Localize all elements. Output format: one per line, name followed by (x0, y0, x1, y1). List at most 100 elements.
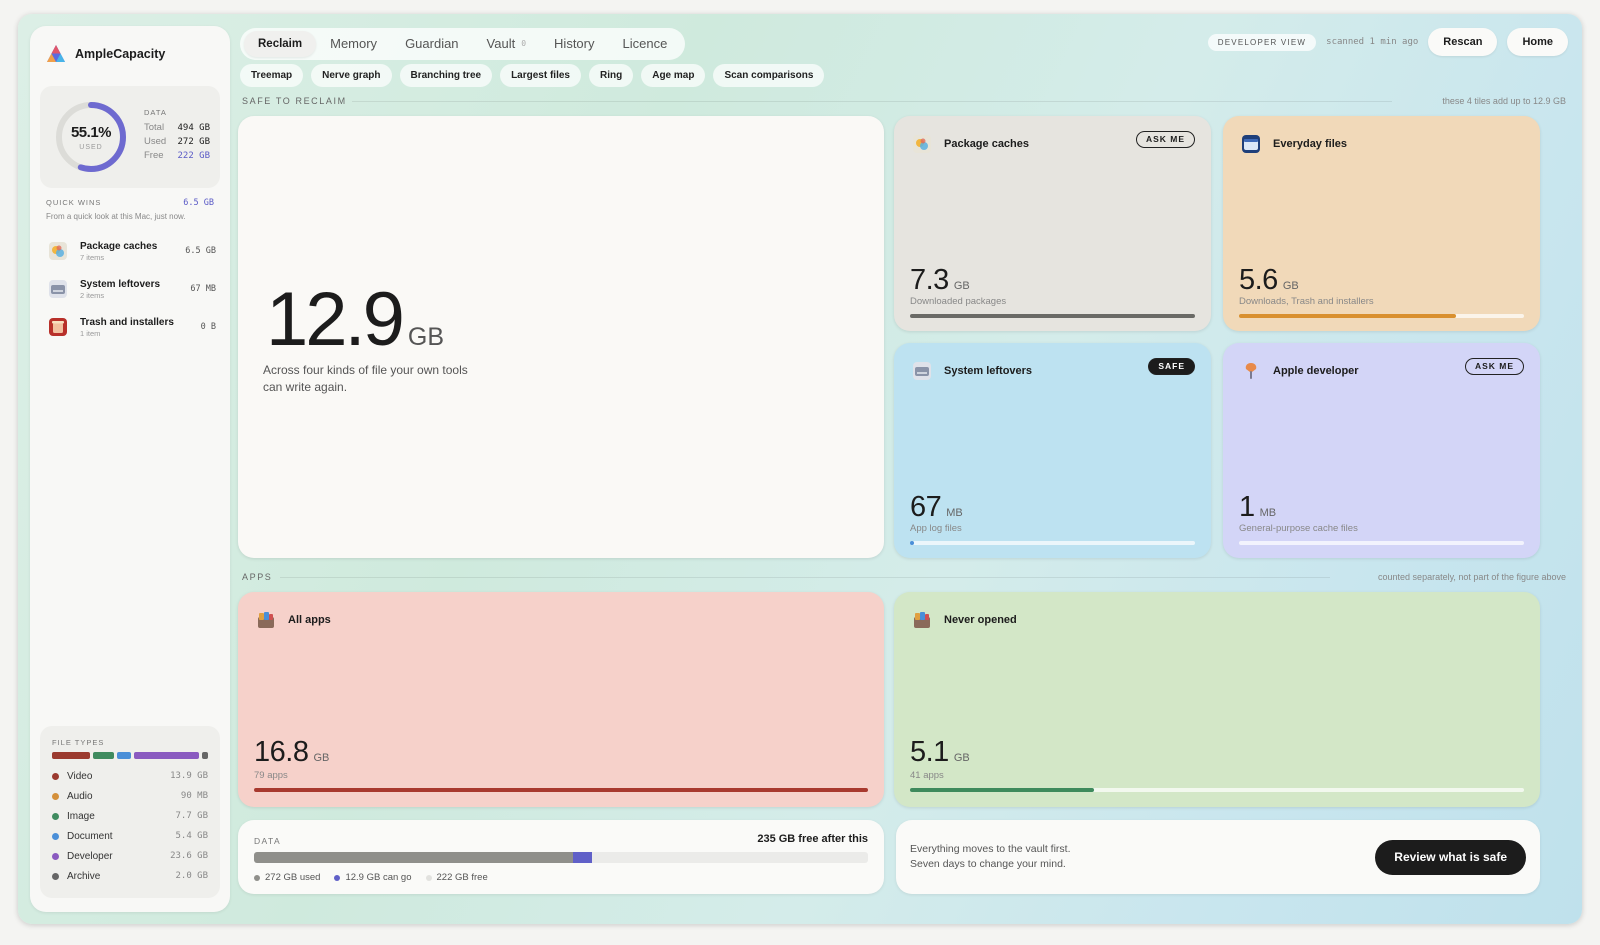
view-ring-button[interactable]: Ring (589, 64, 634, 87)
file-type-row[interactable]: Archive 2.0 GB (52, 866, 208, 886)
tile-never-opened[interactable]: Never opened 5.1 GB 41 apps (894, 592, 1540, 807)
top-right-controls: DEVELOPER VIEW scanned 1 min ago Rescan … (1207, 28, 1568, 56)
file-types-card: FILE TYPES Video 13.9 GB Audio 90 MB Image… (40, 726, 220, 898)
trash-icon (49, 318, 67, 336)
tile-title: System leftovers (944, 365, 1033, 377)
view-nerve-graph-button[interactable]: Nerve graph (311, 64, 392, 87)
file-type-row[interactable]: Audio 90 MB (52, 786, 208, 806)
stat-key: Used (144, 136, 167, 147)
quick-win-count: 2 items (80, 290, 105, 300)
tile-description: General-purpose cache files (1239, 523, 1358, 534)
tile-apple-developer[interactable]: Apple developer ASK ME 1 MB General-purpo… (1223, 343, 1540, 558)
used-label: USED (79, 144, 103, 151)
safe-section-label: SAFE TO RECLAIM (242, 96, 347, 106)
sidebar: AmpleCapacity 55.1% USED DATA Total 494 G… (30, 26, 230, 912)
quick-win-system-leftovers[interactable]: System leftovers 2 items 67 MB (48, 270, 216, 308)
view-treemap-button[interactable]: Treemap (240, 64, 304, 87)
tile-title: Package caches (944, 138, 1030, 150)
file-type-row[interactable]: Image 7.7 GB (52, 806, 208, 826)
tab-licence[interactable]: Licence (609, 31, 682, 57)
tile-everyday-files[interactable]: Everyday files 5.6 GB Downloads, Trash an… (1223, 116, 1540, 331)
tile-progress-track (910, 541, 1195, 545)
file-type-dot (52, 872, 59, 880)
quick-wins-title: QUICK WINS (46, 198, 102, 207)
stat-value: 272 GB (177, 137, 210, 147)
tile-progress-track (254, 788, 868, 792)
tile-value: 67 MB (910, 491, 963, 524)
tile-all-apps[interactable]: All apps 16.8 GB 79 apps (238, 592, 884, 807)
finder-window-icon (1242, 135, 1260, 153)
quick-wins-subtitle: From a quick look at this Mac, just now. (46, 212, 186, 221)
file-type-segment-image (92, 752, 114, 759)
data-reclaim-segment (573, 852, 592, 863)
view-largest-files-button[interactable]: Largest files (500, 64, 581, 87)
quick-win-trash-installers[interactable]: Trash and installers 1 item 0 B (48, 308, 216, 346)
tile-package-caches[interactable]: Package caches ASK ME 7.3 GB Downloaded p… (894, 116, 1211, 331)
main-nav: Reclaim Memory Guardian Vault 0 History L… (240, 28, 686, 60)
tile-description: Downloads, Trash and installers (1239, 296, 1374, 307)
data-summary-card: DATA 235 GB free after this 272 GB used … (238, 820, 884, 894)
tab-memory[interactable]: Memory (316, 31, 391, 57)
home-button[interactable]: Home (1507, 28, 1568, 56)
vault-explanation: Everything moves to the vault first. Sev… (910, 842, 1070, 872)
file-type-name: Video (67, 770, 93, 782)
tile-progress-fill (1239, 314, 1456, 318)
tab-vault[interactable]: Vault 0 (473, 31, 541, 57)
safe-section-note: these 4 tiles add up to 12.9 GB (1442, 96, 1566, 106)
developer-view-toggle[interactable]: DEVELOPER VIEW (1207, 33, 1317, 51)
tab-label: Reclaim (258, 38, 303, 50)
file-type-row[interactable]: Developer 23.6 GB (52, 846, 208, 866)
tile-unit: GB (953, 752, 970, 764)
tile-header: Package caches (912, 134, 1029, 154)
brand: AmpleCapacity (46, 44, 165, 64)
file-types-list: Video 13.9 GB Audio 90 MB Image 7.7 GB Docu… (52, 766, 208, 886)
file-type-size: 13.9 GB (170, 771, 208, 781)
tile-number: 16.8 (254, 736, 309, 768)
vault-line-2: Seven days to change your mind. (910, 858, 1066, 870)
file-types-bar (52, 752, 208, 759)
free-after-text: 235 GB free after this (757, 833, 868, 845)
quick-win-count: 7 items (80, 252, 105, 262)
tile-header: Everyday files (1241, 134, 1347, 154)
tile-unit: GB (953, 280, 970, 292)
file-types-title: FILE TYPES (52, 738, 105, 747)
stat-used: Used 272 GB (144, 135, 210, 149)
tile-unit: GB (1282, 280, 1299, 292)
file-type-row[interactable]: Video 13.9 GB (52, 766, 208, 786)
disk-stats-header: DATA (144, 108, 167, 117)
scan-status: scanned 1 min ago (1326, 37, 1419, 47)
file-type-size: 7.7 GB (175, 811, 208, 821)
quick-win-package-caches[interactable]: Package caches 7 items 6.5 GB (48, 232, 216, 270)
ask-me-badge[interactable]: ASK ME (1464, 358, 1524, 375)
data-summary-label: DATA (254, 836, 282, 846)
file-type-row[interactable]: Document 5.4 GB (52, 826, 208, 846)
view-scan-comparisons-button[interactable]: Scan comparisons (713, 64, 825, 87)
quick-win-title: Package caches (80, 240, 158, 252)
tile-header: Never opened (912, 610, 1017, 630)
data-used-segment (254, 852, 574, 863)
quick-win-size: 6.5 GB (185, 246, 216, 256)
hero-number: 12.9 (266, 277, 405, 362)
tab-guardian[interactable]: Guardian (391, 31, 472, 57)
stat-key: Total (144, 122, 165, 133)
tile-value: 5.1 GB (910, 736, 970, 769)
ask-me-badge[interactable]: ASK ME (1135, 131, 1195, 148)
tab-history[interactable]: History (540, 31, 608, 57)
file-type-size: 90 MB (180, 791, 208, 801)
legend-dot (254, 874, 260, 881)
tile-unit: GB (313, 752, 330, 764)
data-usage-bar (254, 852, 868, 863)
view-age-map-button[interactable]: Age map (641, 64, 706, 87)
tile-system-leftovers[interactable]: System leftovers SAFE 67 MB App log files (894, 343, 1211, 558)
rescan-button[interactable]: Rescan (1428, 28, 1498, 56)
quick-wins-list: Package caches 7 items 6.5 GB System left… (48, 232, 216, 346)
file-type-name: Image (67, 810, 95, 822)
apps-icon (914, 612, 930, 628)
tab-reclaim[interactable]: Reclaim (244, 31, 317, 57)
tile-unit: MB (946, 507, 963, 519)
hero-value: 12.9 GB (266, 276, 444, 363)
package-icon (913, 135, 931, 153)
file-type-segment-document (116, 752, 131, 759)
review-safe-button[interactable]: Review what is safe (1375, 840, 1526, 875)
view-branching-tree-button[interactable]: Branching tree (399, 64, 493, 87)
